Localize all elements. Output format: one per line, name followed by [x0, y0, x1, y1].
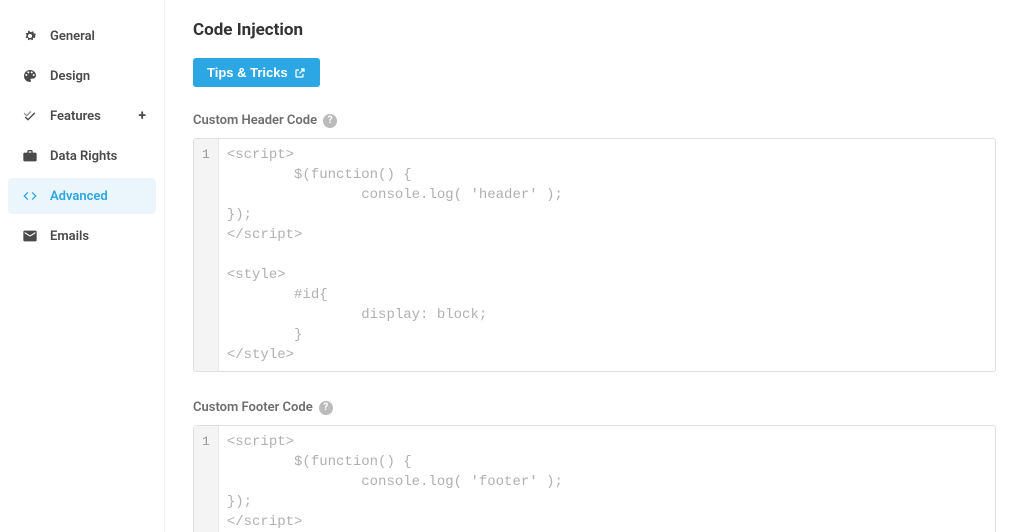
code-icon: [22, 188, 38, 204]
main-content: Code Injection Tips & Tricks Custom Head…: [165, 0, 1024, 532]
plus-icon[interactable]: +: [138, 108, 146, 124]
envelope-icon: [22, 228, 38, 244]
footer-code-editor[interactable]: 1 <script> $(function() { console.log( '…: [193, 425, 996, 532]
line-gutter: 1: [194, 139, 219, 371]
briefcase-icon: [22, 148, 38, 164]
sidebar-item-general[interactable]: General: [8, 18, 156, 54]
palette-icon: [22, 68, 38, 84]
external-link-icon: [294, 67, 306, 79]
sidebar-item-label: Data Rights: [50, 149, 117, 164]
header-code-label: Custom Header Code ?: [193, 113, 996, 128]
sidebar-item-label: Features: [50, 109, 101, 124]
sidebar-item-data-rights[interactable]: Data Rights: [8, 138, 156, 174]
line-gutter: 1: [194, 426, 219, 532]
help-icon[interactable]: ?: [319, 401, 333, 415]
footer-code-content[interactable]: <script> $(function() { console.log( 'fo…: [219, 426, 995, 532]
check-icon: [22, 108, 38, 124]
sidebar-item-label: Design: [50, 69, 90, 84]
tips-button-label: Tips & Tricks: [207, 65, 288, 80]
footer-code-label: Custom Footer Code ?: [193, 400, 996, 415]
sidebar-item-design[interactable]: Design: [8, 58, 156, 94]
sidebar-item-advanced[interactable]: Advanced: [8, 178, 156, 214]
settings-icon: [22, 28, 38, 44]
tips-tricks-button[interactable]: Tips & Tricks: [193, 58, 320, 87]
sidebar-item-label: Advanced: [50, 189, 108, 204]
sidebar-item-emails[interactable]: Emails: [8, 218, 156, 254]
sidebar: General Design Features + Data Rights Ad…: [0, 0, 165, 532]
header-code-content[interactable]: <script> $(function() { console.log( 'he…: [219, 139, 995, 371]
page-title: Code Injection: [193, 20, 996, 40]
header-code-editor[interactable]: 1 <script> $(function() { console.log( '…: [193, 138, 996, 372]
help-icon[interactable]: ?: [323, 114, 337, 128]
sidebar-item-label: Emails: [50, 229, 89, 244]
sidebar-item-features[interactable]: Features +: [8, 98, 156, 134]
sidebar-item-label: General: [50, 29, 95, 44]
